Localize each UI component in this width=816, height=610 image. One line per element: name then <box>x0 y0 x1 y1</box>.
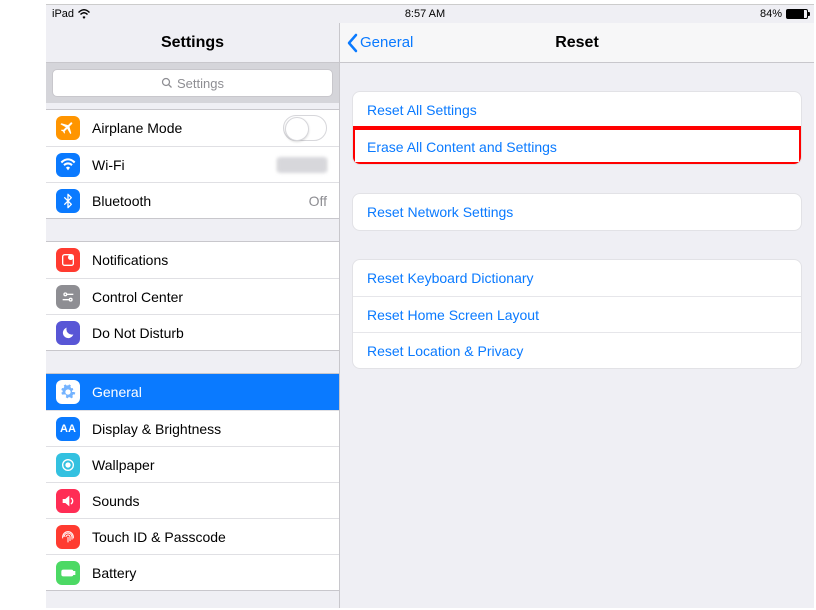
display-icon: AA <box>56 417 80 441</box>
sidebar-title: Settings <box>46 23 339 63</box>
sidebar-item-tail: Off <box>309 193 327 209</box>
sidebar-item-bluetooth[interactable]: BluetoothOff <box>46 182 339 218</box>
sidebar-item-battery[interactable]: Battery <box>46 554 339 590</box>
sounds-icon <box>56 489 80 513</box>
sidebar-item-label: Touch ID & Passcode <box>92 529 327 545</box>
back-button[interactable]: General <box>340 33 413 53</box>
reset-options-list: Reset All SettingsErase All Content and … <box>340 63 814 369</box>
sidebar-item-notifications[interactable]: Notifications <box>46 242 339 278</box>
sidebar-item-airplane[interactable]: Airplane Mode <box>46 110 339 146</box>
moon-icon <box>56 321 80 345</box>
sidebar-item-dnd[interactable]: Do Not Disturb <box>46 314 339 350</box>
status-bar: iPad 8:57 AM 84% <box>46 5 814 23</box>
detail-header: General Reset <box>340 23 814 63</box>
reset-option-reset-network[interactable]: Reset Network Settings <box>353 194 801 230</box>
bluetooth-icon <box>56 189 80 213</box>
back-label: General <box>360 34 413 51</box>
chevron-left-icon <box>346 33 360 53</box>
search-wrap: Settings <box>46 63 339 103</box>
status-time: 8:57 AM <box>405 8 445 20</box>
gear-icon <box>56 380 80 404</box>
sidebar-item-wallpaper[interactable]: Wallpaper <box>46 446 339 482</box>
sidebar-item-label: Wallpaper <box>92 457 327 473</box>
airplane-icon <box>56 116 80 140</box>
sidebar-item-general[interactable]: General <box>46 374 339 410</box>
wifi-network-name <box>277 157 327 173</box>
search-icon <box>161 77 173 89</box>
sidebar-item-label: General <box>92 384 327 400</box>
reset-option-reset-keyboard[interactable]: Reset Keyboard Dictionary <box>353 260 801 296</box>
notifications-icon <box>56 248 80 272</box>
search-placeholder: Settings <box>177 76 224 91</box>
sidebar-item-sounds[interactable]: Sounds <box>46 482 339 518</box>
device-frame: iPad 8:57 AM 84% Settings Settings Airpl… <box>46 4 814 608</box>
reset-option-erase-all[interactable]: Erase All Content and Settings <box>353 128 801 164</box>
search-input[interactable]: Settings <box>52 69 333 97</box>
sidebar-item-label: Wi-Fi <box>92 157 277 173</box>
sidebar-item-label: Battery <box>92 565 327 581</box>
control-center-icon <box>56 285 80 309</box>
wifi-status-icon <box>78 9 90 19</box>
sidebar-item-touchid[interactable]: Touch ID & Passcode <box>46 518 339 554</box>
sidebar-item-label: Airplane Mode <box>92 120 283 136</box>
sidebar-item-controlcenter[interactable]: Control Center <box>46 278 339 314</box>
sidebar-item-label: Notifications <box>92 252 327 268</box>
reset-option-reset-all[interactable]: Reset All Settings <box>353 92 801 128</box>
sidebar-item-label: Do Not Disturb <box>92 325 327 341</box>
sidebar-item-label: Display & Brightness <box>92 421 327 437</box>
battery-icon <box>786 9 808 19</box>
wallpaper-icon <box>56 453 80 477</box>
settings-sidebar: Settings Settings Airplane Mode Wi-Fi Blue… <box>46 23 340 608</box>
reset-option-reset-home[interactable]: Reset Home Screen Layout <box>353 296 801 332</box>
status-battery: 84% <box>760 8 808 20</box>
sidebar-item-display[interactable]: AA Display & Brightness <box>46 410 339 446</box>
sidebar-item-label: Sounds <box>92 493 327 509</box>
reset-group: Reset Keyboard DictionaryReset Home Scre… <box>352 259 802 369</box>
status-left: iPad <box>52 8 90 20</box>
reset-group: Reset Network Settings <box>352 193 802 231</box>
reset-group: Reset All SettingsErase All Content and … <box>352 91 802 165</box>
battery-icon <box>56 561 80 585</box>
device-name: iPad <box>52 8 74 20</box>
sidebar-item-wifi[interactable]: Wi-Fi <box>46 146 339 182</box>
fingerprint-icon <box>56 525 80 549</box>
battery-percent: 84% <box>760 8 782 20</box>
sidebar-item-label: Bluetooth <box>92 193 309 209</box>
settings-list[interactable]: Airplane Mode Wi-Fi BluetoothOff Notificati… <box>46 103 339 608</box>
detail-pane: General Reset Reset All SettingsErase Al… <box>340 23 814 608</box>
wifi-icon <box>56 153 80 177</box>
airplane-toggle[interactable] <box>283 115 327 141</box>
sidebar-item-label: Control Center <box>92 289 327 305</box>
reset-option-reset-location[interactable]: Reset Location & Privacy <box>353 332 801 368</box>
